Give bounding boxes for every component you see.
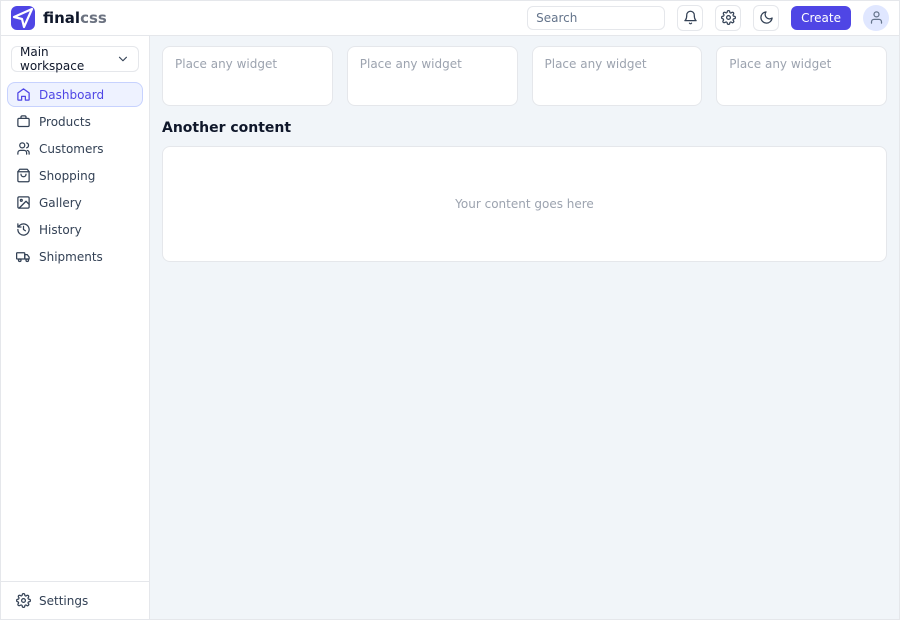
sidebar-item-label: Dashboard [39, 88, 104, 102]
notifications-button[interactable] [677, 5, 703, 31]
bell-icon [683, 10, 698, 25]
history-icon [16, 222, 31, 237]
sidebar-item-shopping[interactable]: Shopping [7, 163, 143, 188]
moon-icon [759, 10, 774, 25]
app-header: finalcss Create [1, 1, 899, 35]
content-panel: Your content goes here [162, 146, 887, 262]
widget-placeholder: Place any widget [175, 57, 277, 71]
gear-icon [16, 593, 31, 608]
widget-slot[interactable]: Place any widget [162, 46, 333, 106]
user-avatar[interactable] [863, 5, 889, 31]
sidebar-item-dashboard[interactable]: Dashboard [7, 82, 143, 107]
sidebar-item-label: Gallery [39, 196, 82, 210]
sidebar-item-customers[interactable]: Customers [7, 136, 143, 161]
sidebar-item-shipments[interactable]: Shipments [7, 244, 143, 269]
sidebar-item-label: Shipments [39, 250, 103, 264]
briefcase-icon [16, 114, 31, 129]
sidebar-item-label: Customers [39, 142, 104, 156]
sidebar-item-label: Products [39, 115, 91, 129]
section-title: Another content [162, 120, 887, 136]
workspace-selector[interactable]: Main workspace [11, 46, 139, 72]
sidebar-item-products[interactable]: Products [7, 109, 143, 134]
widget-slot[interactable]: Place any widget [716, 46, 887, 106]
search-input[interactable] [527, 6, 665, 30]
image-icon [16, 195, 31, 210]
sidebar: Main workspace Dashboard Products Custom… [1, 36, 150, 619]
theme-toggle-button[interactable] [753, 5, 779, 31]
sidebar-item-label: History [39, 223, 82, 237]
sidebar-item-settings[interactable]: Settings [7, 588, 143, 613]
sidebar-nav: Dashboard Products Customers Shopping Ga… [1, 82, 149, 269]
brand-mark-icon [11, 6, 35, 30]
sidebar-item-label: Shopping [39, 169, 95, 183]
sidebar-item-history[interactable]: History [7, 217, 143, 242]
truck-icon [16, 249, 31, 264]
shopping-bag-icon [16, 168, 31, 183]
user-icon [869, 10, 884, 25]
widget-placeholder: Place any widget [545, 57, 647, 71]
widget-placeholder: Place any widget [360, 57, 462, 71]
users-icon [16, 141, 31, 156]
widget-row: Place any widget Place any widget Place … [162, 46, 887, 106]
gear-icon [721, 10, 736, 25]
home-icon [16, 87, 31, 102]
widget-placeholder: Place any widget [729, 57, 831, 71]
brand-logo[interactable]: finalcss [11, 6, 107, 30]
main-content: Place any widget Place any widget Place … [150, 36, 899, 619]
widget-slot[interactable]: Place any widget [347, 46, 518, 106]
chevron-down-icon [116, 52, 130, 66]
workspace-label: Main workspace [20, 45, 116, 73]
create-button[interactable]: Create [791, 6, 851, 30]
widget-slot[interactable]: Place any widget [532, 46, 703, 106]
panel-placeholder: Your content goes here [455, 197, 594, 211]
sidebar-item-label: Settings [39, 594, 88, 608]
settings-button[interactable] [715, 5, 741, 31]
sidebar-item-gallery[interactable]: Gallery [7, 190, 143, 215]
brand-name: finalcss [43, 9, 107, 27]
